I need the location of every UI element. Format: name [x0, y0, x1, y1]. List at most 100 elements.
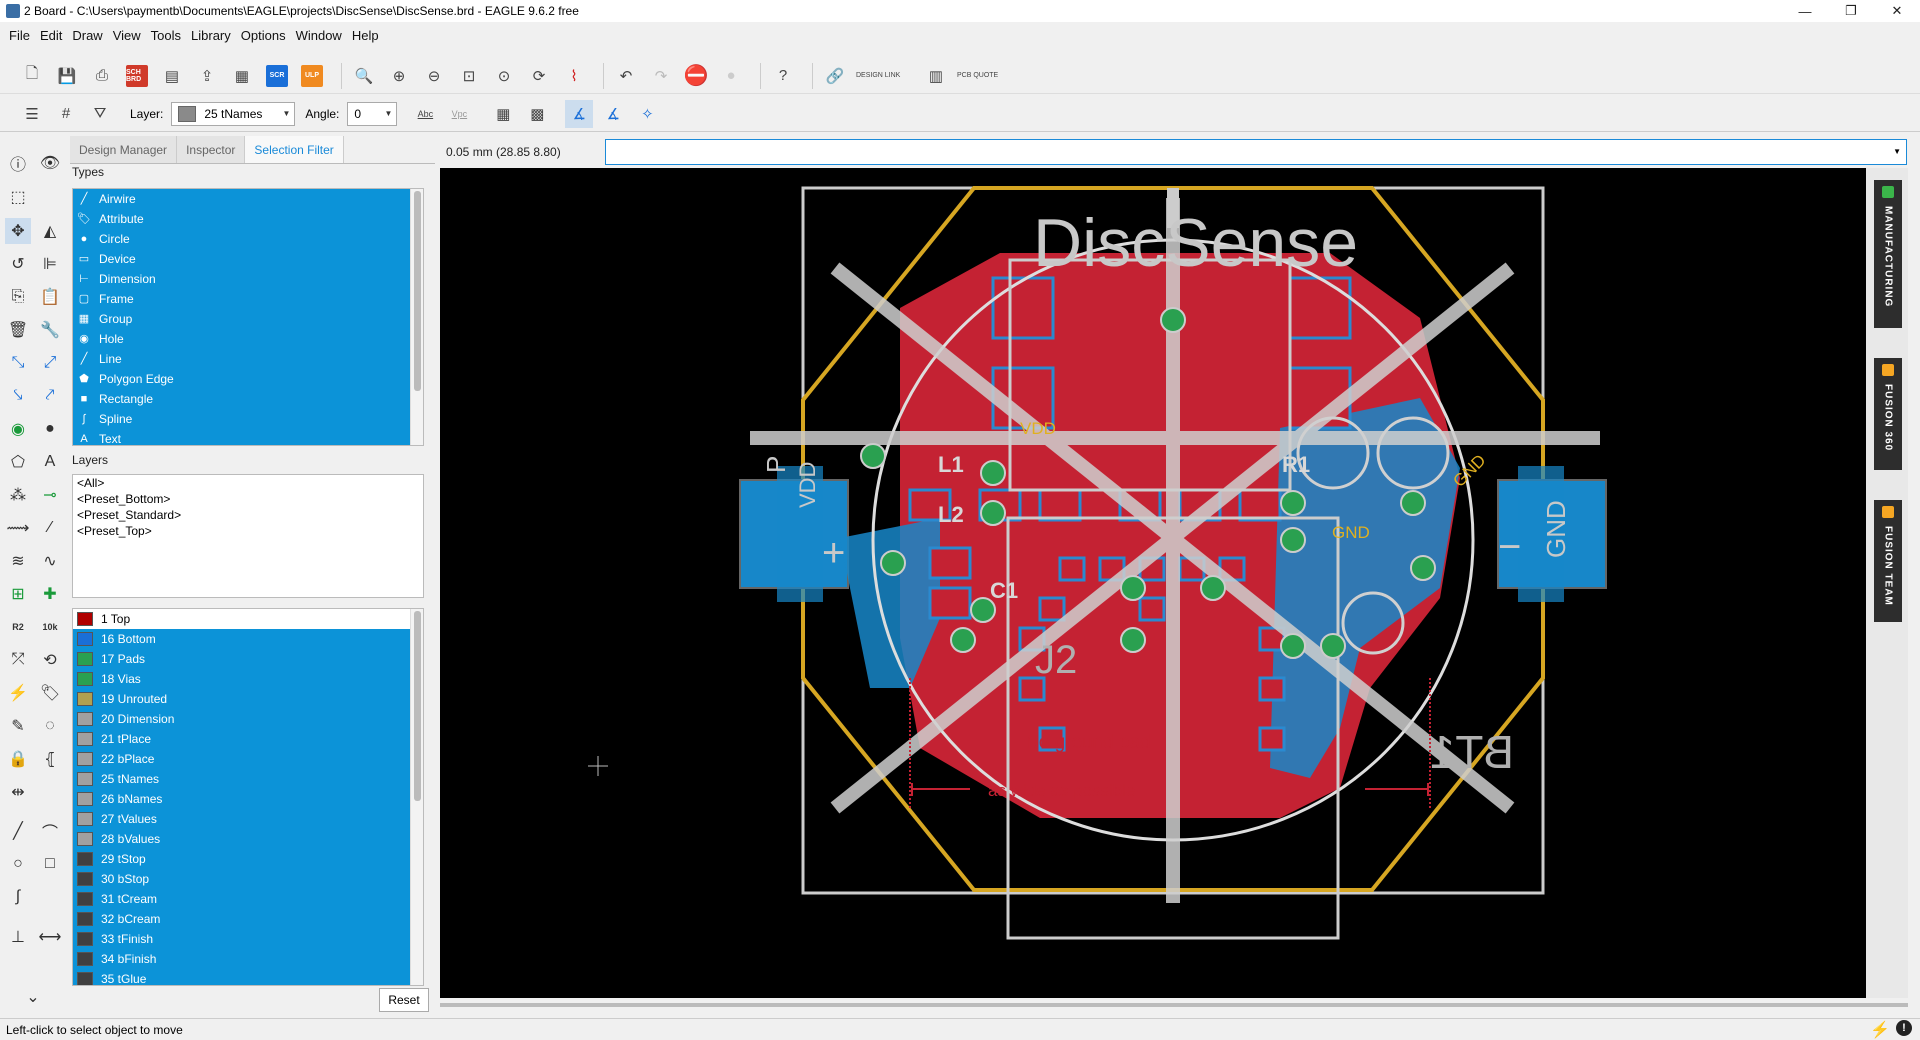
route-diff-icon[interactable]: ⤢ [37, 350, 63, 376]
list-item[interactable]: ∫ Spline [73, 409, 423, 429]
ratsnest-tool-icon[interactable]: ⊸ [37, 482, 63, 508]
layer-row[interactable]: 28 bValues [73, 829, 423, 849]
list-item[interactable]: ▦ Group [73, 309, 423, 329]
dimension-icon[interactable]: ⇹ [5, 779, 31, 805]
script-button[interactable]: SCR [263, 62, 291, 90]
align-icon[interactable]: ⊫ [37, 251, 63, 277]
layer-row[interactable]: 34 bFinish [73, 949, 423, 969]
list-item[interactable]: ▭ Device [73, 249, 423, 269]
layer-row[interactable]: 35 tGlue [73, 969, 423, 985]
list-item[interactable]: ⬟ Polygon Edge [73, 369, 423, 389]
show-icon[interactable]: 👁 [37, 150, 63, 176]
layer-row[interactable]: 30 bStop [73, 869, 423, 889]
zoom-select-icon[interactable]: ⊡ [455, 62, 483, 90]
layer-select[interactable]: 25 tNames ▼ [171, 101, 296, 126]
tab-selection-filter[interactable]: Selection Filter [245, 136, 344, 163]
layer-row[interactable]: 32 bCream [73, 909, 423, 929]
angle-off-icon[interactable]: ∡ [599, 100, 627, 128]
move-icon[interactable]: ✥ [5, 218, 31, 244]
library-icon[interactable]: ▦ [228, 62, 256, 90]
paste-icon[interactable]: 📋 [37, 284, 63, 310]
pcb-quote-icon[interactable]: ▥ [922, 62, 950, 90]
rectangle-icon[interactable]: □ [37, 851, 63, 877]
signal-icon[interactable]: ⁂ [5, 482, 31, 508]
layer-row[interactable]: 18 Vias [73, 669, 423, 689]
pen-icon[interactable]: ✎ [5, 713, 31, 739]
print-icon[interactable]: ⎙ [88, 62, 116, 90]
add-part-icon[interactable]: ✚ [37, 581, 63, 607]
list-item[interactable]: 🏷 Attribute [73, 209, 423, 229]
tab-design-manager[interactable]: Design Manager [70, 136, 178, 163]
free-angle-icon[interactable]: ✧ [633, 100, 661, 128]
circle-icon[interactable]: ○ [5, 851, 31, 877]
layer-row[interactable]: 33 tFinish [73, 929, 423, 949]
split-icon[interactable]: ⤥ [5, 383, 31, 409]
layer-row[interactable]: 17 Pads [73, 649, 423, 669]
types-scrollbar[interactable] [410, 189, 423, 445]
layer-scrollbar[interactable] [410, 609, 423, 985]
filter-icon[interactable]: ⛛ [86, 100, 114, 128]
zoom-in-icon[interactable]: ⊕ [385, 62, 413, 90]
bracket-icon[interactable]: ⦃ [37, 746, 63, 772]
measure-icon[interactable]: ⟷ [37, 924, 63, 950]
stop-icon[interactable]: ⛔ [682, 62, 710, 90]
layer-row[interactable]: 20 Dimension [73, 709, 423, 729]
list-item[interactable]: ▢ Frame [73, 289, 423, 309]
route-icon[interactable]: ⤡ [5, 350, 31, 376]
design-link-icon[interactable]: 🔗 [821, 62, 849, 90]
ulp-button[interactable]: ULP [298, 62, 326, 90]
text-icon[interactable]: A [37, 449, 63, 475]
smash-icon[interactable]: ⤱ [5, 647, 31, 673]
command-line-input[interactable]: ▼ [605, 139, 1907, 165]
grid-icon[interactable]: # [52, 100, 80, 128]
menu-draw[interactable]: Draw [67, 26, 107, 46]
list-item[interactable]: ◉ Hole [73, 329, 423, 349]
arc-icon[interactable]: ⌒ [37, 818, 63, 844]
help-icon[interactable]: ? [769, 62, 797, 90]
list-item[interactable]: ╱ Airwire [73, 189, 423, 209]
redraw-icon[interactable]: ⟳ [525, 62, 553, 90]
fusion-team-tab[interactable]: FUSION TEAM [1874, 500, 1902, 622]
zoom-fit-icon[interactable]: 🔍 [350, 62, 378, 90]
name-icon[interactable]: R2 [5, 614, 31, 640]
fusion-360-tab[interactable]: FUSION 360 [1874, 358, 1902, 470]
value-icon[interactable]: 10k [37, 614, 63, 640]
polygon-icon[interactable]: ⬠ [5, 449, 31, 475]
angle-select[interactable]: 0 ▼ [347, 101, 398, 126]
info-icon[interactable]: ⓘ [5, 150, 31, 176]
list-item[interactable]: <All> [73, 475, 423, 491]
manufacturing-tab[interactable]: MANUFACTURING [1874, 180, 1902, 328]
reset-button[interactable]: Reset [379, 988, 429, 1012]
mark-icon[interactable]: ⊥ [5, 924, 31, 950]
maximize-button[interactable]: ❐ [1828, 0, 1874, 22]
undo-icon[interactable]: ↶ [612, 62, 640, 90]
menu-file[interactable]: File [4, 26, 35, 46]
delete-icon[interactable]: 🗑 [5, 317, 31, 343]
layers-tool-icon[interactable]: ≋ [5, 548, 31, 574]
zoom-out-icon[interactable]: ⊖ [420, 62, 448, 90]
layer-row[interactable]: 21 tPlace [73, 729, 423, 749]
cam-processor-icon[interactable]: ▤ [158, 62, 186, 90]
board-canvas[interactable]: DiscSense VDD GND GND L1 L2 C1 R1 J2 BT1… [440, 168, 1866, 998]
menu-edit[interactable]: Edit [35, 26, 67, 46]
export-icon[interactable]: ⇪ [193, 62, 221, 90]
menu-library[interactable]: Library [186, 26, 236, 46]
add-icon[interactable]: ⊞ [5, 581, 31, 607]
design-link-button[interactable]: DESIGN LINK [856, 72, 912, 80]
lock-group-icon[interactable]: ⚡ [5, 680, 31, 706]
menu-help[interactable]: Help [347, 26, 384, 46]
slash-icon[interactable]: ⁄ [37, 515, 63, 541]
menu-view[interactable]: View [108, 26, 146, 46]
rotate-icon[interactable]: ↺ [5, 251, 31, 277]
spline-icon[interactable]: ∫ [5, 884, 31, 910]
new-file-icon[interactable]: 🗋 [18, 62, 46, 90]
text-mirror-icon[interactable]: Vpc [445, 100, 473, 128]
canvas-vertical-scrollbar[interactable] [1908, 168, 1918, 998]
lock-icon[interactable]: 🔒 [5, 746, 31, 772]
canvas-horizontal-scrollbar[interactable] [440, 1000, 1908, 1010]
lightning-icon[interactable]: ⚡ [1870, 1020, 1890, 1040]
via-icon[interactable]: ◉ [5, 416, 31, 442]
attribute-icon[interactable]: ⟿ [5, 515, 31, 541]
list-item[interactable]: ■ Rectangle [73, 389, 423, 409]
list-item[interactable]: ⊢ Dimension [73, 269, 423, 289]
